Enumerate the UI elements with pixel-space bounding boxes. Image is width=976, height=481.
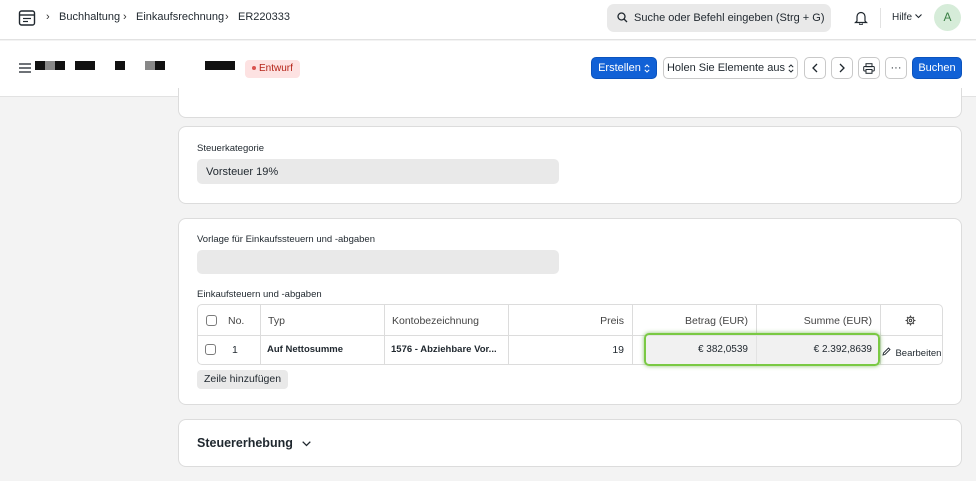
row-total[interactable]: € 2.392,8639 bbox=[755, 344, 872, 355]
get-items-button[interactable]: Holen Sie Elemente aus bbox=[663, 57, 798, 79]
printer-icon bbox=[863, 62, 875, 74]
column-header-rate: Preis bbox=[600, 315, 624, 327]
submit-button[interactable]: Buchen bbox=[912, 57, 962, 79]
row-type[interactable]: Auf Nettosumme bbox=[267, 344, 343, 355]
table-divider bbox=[880, 305, 881, 364]
submit-label: Buchen bbox=[918, 62, 956, 74]
redacted-title bbox=[115, 61, 125, 70]
row-no: 1 bbox=[232, 344, 238, 356]
search-placeholder: Suche oder Befehl eingeben (Strg + G) bbox=[634, 12, 825, 24]
get-items-label: Holen Sie Elemente aus bbox=[666, 62, 785, 74]
taxes-table-label: Einkaufsteuern und -abgaben bbox=[197, 289, 322, 300]
table-divider bbox=[384, 305, 385, 364]
tax-template-field[interactable] bbox=[197, 250, 559, 274]
chevron-left-icon bbox=[812, 63, 818, 73]
add-row-button[interactable]: Zeile hinzufügen bbox=[197, 370, 289, 389]
section-title[interactable]: Steuererhebung bbox=[197, 436, 293, 450]
redacted-title bbox=[35, 61, 45, 70]
edit-row-label: Bearbeiten bbox=[895, 348, 942, 359]
add-row-label: Zeile hinzufügen bbox=[204, 373, 282, 385]
row-rate[interactable]: 19 bbox=[507, 344, 624, 356]
table-divider bbox=[260, 305, 261, 364]
redacted-title bbox=[75, 61, 95, 70]
tax-category-value: Vorsteuer 19% bbox=[206, 166, 279, 178]
create-label: Erstellen bbox=[598, 62, 641, 74]
search-input[interactable]: Suche oder Befehl eingeben (Strg + G) bbox=[607, 4, 831, 32]
chevron-down-icon[interactable] bbox=[302, 441, 311, 447]
row-account[interactable]: 1576 - Abziehbare Vor... bbox=[391, 344, 501, 355]
row-amount[interactable]: € 382,0539 bbox=[631, 344, 748, 355]
bell-icon[interactable] bbox=[854, 10, 868, 25]
sidebar-toggle-icon[interactable] bbox=[19, 63, 31, 73]
status-label: Entwurf bbox=[259, 63, 293, 74]
previous-button[interactable] bbox=[804, 57, 826, 79]
chevron-right-icon: › bbox=[46, 11, 50, 23]
top-navbar: › Buchhaltung › Einkaufsrechnung › ER220… bbox=[0, 0, 976, 40]
help-menu[interactable]: Hilfe bbox=[892, 12, 912, 23]
pencil-icon bbox=[882, 347, 891, 356]
redacted-title bbox=[145, 61, 155, 70]
column-header-no: No. bbox=[228, 315, 245, 327]
search-icon bbox=[617, 12, 628, 23]
tax-template-label: Vorlage für Einkaufssteuern und -abgaben bbox=[197, 234, 375, 245]
column-header-type: Typ bbox=[268, 315, 285, 327]
updown-chevron-icon bbox=[644, 63, 650, 73]
redacted-title bbox=[155, 61, 165, 70]
tax-category-label: Steuerkategorie bbox=[197, 143, 265, 154]
next-button[interactable] bbox=[831, 57, 853, 79]
redacted-title bbox=[45, 61, 55, 70]
chevron-right-icon: › bbox=[123, 11, 127, 23]
chevron-down-icon bbox=[915, 14, 922, 19]
tax-category-field[interactable]: Vorsteuer 19% bbox=[197, 159, 559, 184]
chevron-right-icon: › bbox=[225, 11, 229, 23]
column-header-amount: Betrag (EUR) bbox=[684, 315, 748, 327]
updown-chevron-icon bbox=[788, 63, 794, 73]
breadcrumb-accounting[interactable]: Buchhaltung bbox=[59, 11, 120, 23]
navbar-divider bbox=[880, 8, 881, 28]
breadcrumb-document[interactable]: ER220333 bbox=[238, 11, 290, 23]
previous-section-card bbox=[178, 88, 962, 118]
app-logo-icon[interactable] bbox=[18, 9, 36, 27]
more-actions-button[interactable]: ··· bbox=[885, 57, 907, 79]
gear-icon[interactable] bbox=[905, 315, 916, 326]
create-button[interactable]: Erstellen bbox=[591, 57, 657, 79]
table-divider bbox=[632, 305, 633, 364]
column-header-account: Kontobezeichnung bbox=[392, 315, 479, 327]
chevron-right-icon bbox=[839, 63, 845, 73]
tax-withholding-section[interactable] bbox=[178, 419, 962, 467]
status-badge: Entwurf bbox=[245, 60, 300, 78]
status-dot-icon bbox=[252, 66, 256, 71]
avatar[interactable]: A bbox=[934, 4, 961, 31]
row-checkbox[interactable] bbox=[205, 344, 216, 355]
redacted-title bbox=[205, 61, 235, 70]
column-header-total: Summe (EUR) bbox=[803, 315, 872, 327]
breadcrumb-purchase-invoice[interactable]: Einkaufsrechnung bbox=[136, 11, 224, 23]
print-button[interactable] bbox=[858, 57, 880, 79]
edit-row-button[interactable]: Bearbeiten bbox=[882, 343, 941, 361]
redacted-title bbox=[55, 61, 65, 70]
select-all-checkbox[interactable] bbox=[206, 315, 217, 326]
more-icon: ··· bbox=[890, 62, 902, 74]
